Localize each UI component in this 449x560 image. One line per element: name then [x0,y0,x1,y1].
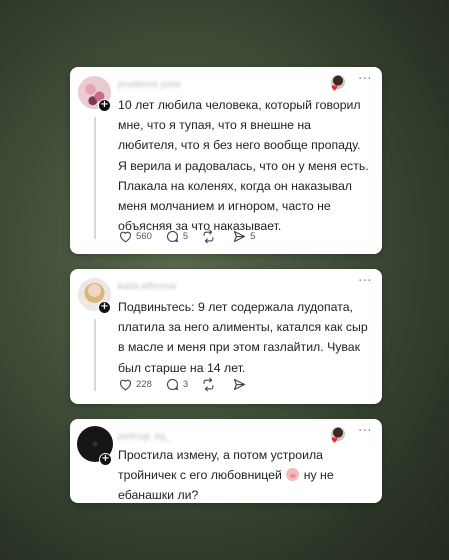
reply-button[interactable]: 3 [165,377,188,392]
action-bar: 228 3 [118,376,263,392]
post-card[interactable]: + podrugi_kg_ ♥ ··· Простила измену, а п… [70,419,382,503]
more-options-icon[interactable]: ··· [358,274,372,289]
comment-icon [166,230,178,242]
follow-plus-icon[interactable]: + [98,99,111,112]
post-card[interactable]: + prudence.yulia ♥ ··· 10 лет любила чел… [70,67,382,254]
repost-icon [203,229,214,243]
post-card[interactable]: + katia.afferova ··· Подвиньтесь: 9 лет … [70,269,382,404]
share-button[interactable] [232,377,250,392]
pig-face-emoji-icon [286,468,300,482]
action-bar: 560 5 5 [118,228,268,244]
post-text: 10 лет любила человека, который говорил … [118,98,369,234]
username[interactable]: katia.afferova [118,281,176,291]
like-button[interactable]: 228 [118,377,152,392]
more-options-icon[interactable]: ··· [358,424,372,439]
thread-line [94,117,96,239]
heart-badge-icon: ♥ [330,436,338,445]
send-icon [234,230,246,242]
like-count: 228 [136,378,152,390]
repost-button[interactable] [201,377,219,392]
share-button[interactable]: 5 [232,229,255,244]
like-button[interactable]: 560 [118,229,152,244]
more-options-icon[interactable]: ··· [358,72,372,87]
follow-plus-icon[interactable]: + [98,301,111,314]
username[interactable]: podrugi_kg_ [118,431,171,441]
follow-plus-icon[interactable]: + [99,453,112,466]
comment-icon [166,378,178,390]
repost-button[interactable] [201,229,219,244]
reply-button[interactable]: 5 [165,229,188,244]
reply-count: 5 [182,230,189,242]
like-count: 560 [136,230,152,242]
heart-icon [119,231,132,242]
heart-badge-icon: ♥ [330,84,338,93]
reply-count: 3 [182,378,189,390]
thread-line [94,319,96,391]
send-icon [234,378,246,390]
heart-icon [119,379,132,390]
username[interactable]: prudence.yulia [118,79,181,89]
post-text: Простила измену, а потом устроила тройни… [118,445,370,506]
post-text: Подвиньтесь: 9 лет содержала лудопата, п… [118,300,368,375]
share-count: 5 [250,230,256,242]
repost-icon [203,377,214,391]
